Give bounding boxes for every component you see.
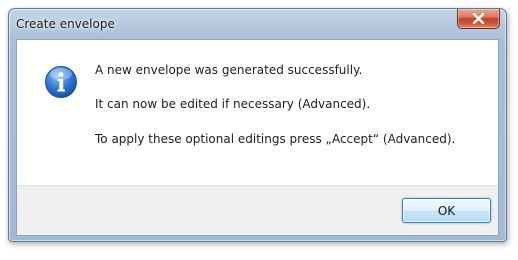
close-icon [472,13,485,24]
close-button[interactable] [457,9,500,29]
message-line-2: It can now be edited if necessary (Advan… [95,97,371,111]
button-bar: OK [17,185,498,235]
ok-button[interactable]: OK [402,198,491,223]
info-icon [45,66,77,98]
title-bar[interactable]: Create envelope [9,9,506,41]
dialog-window: Create envelope A new envelope was gener… [8,8,507,242]
dialog-content: A new envelope was generated successfull… [16,39,499,236]
window-title: Create envelope [16,17,115,31]
message-line-3: To apply these optional editings press „… [95,132,456,146]
message-line-1: A new envelope was generated successfull… [95,63,363,77]
